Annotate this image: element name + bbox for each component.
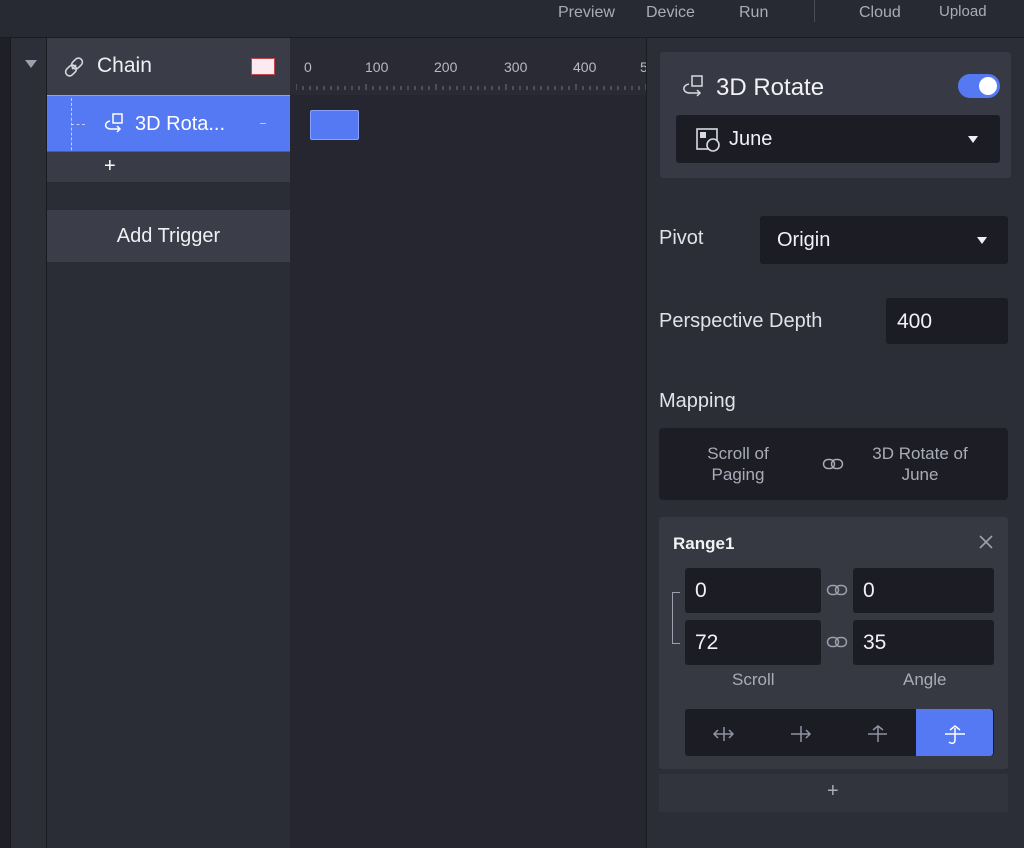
- chevron-down-icon: [968, 136, 978, 143]
- top-toolbar: Preview Device Run Cloud Upload: [0, 0, 1024, 38]
- preview-button[interactable]: Preview: [558, 4, 615, 22]
- mapping-source: Scroll of Paging: [688, 443, 788, 485]
- curve-option-4-button[interactable]: [916, 709, 993, 756]
- toolbar-divider: [814, 0, 815, 22]
- mapping-target-line1: 3D Rotate of: [872, 444, 968, 463]
- ruler-tick-label: 200: [434, 59, 458, 75]
- add-range-button[interactable]: +: [827, 780, 839, 803]
- mapping-label: Mapping: [659, 390, 736, 412]
- ruler-tick-label: 100: [365, 59, 389, 75]
- chevron-down-icon: [977, 237, 987, 244]
- angle-column-label: Angle: [903, 670, 947, 689]
- layer-gutter: [10, 38, 47, 848]
- add-animation-button[interactable]: +: [104, 155, 116, 178]
- collapse-triangle-icon[interactable]: [25, 60, 37, 68]
- run-button[interactable]: Run: [739, 4, 768, 22]
- target-layer-dropdown[interactable]: [676, 115, 1000, 163]
- pivot-label: Pivot: [659, 227, 704, 249]
- scroll-from-value: 0: [695, 579, 707, 602]
- scroll-to-value: 72: [695, 631, 719, 654]
- extrapolate-clamp-both-icon: [712, 727, 735, 741]
- link-icon: [822, 458, 844, 470]
- perspective-depth-label: Perspective Depth: [659, 310, 823, 332]
- angle-from-value: 0: [863, 579, 875, 602]
- cloud-button[interactable]: Cloud: [859, 4, 901, 22]
- animation-title: 3D Rotate: [716, 74, 825, 101]
- ruler-tick-label: 0: [304, 59, 312, 75]
- angle-to-value: 35: [863, 631, 887, 654]
- pivot-value: Origin: [777, 229, 831, 251]
- mapping-source-line1: Scroll of: [707, 444, 769, 463]
- ruler-tick-label: 400: [573, 59, 597, 75]
- curve-option-1-button[interactable]: [685, 709, 762, 756]
- left-edge-strip: [0, 38, 10, 848]
- curve-option-2-button[interactable]: [762, 709, 839, 756]
- chain-color-swatch[interactable]: [251, 58, 275, 75]
- upload-button[interactable]: Upload: [939, 3, 987, 20]
- scroll-column-label: Scroll: [732, 670, 775, 689]
- link-icon: [826, 584, 848, 596]
- range-title: Range1: [673, 534, 735, 553]
- image-layer-icon: [696, 128, 720, 152]
- toggle-knob: [979, 77, 997, 95]
- ruler-tick-label: 300: [504, 59, 528, 75]
- curve-option-3-button[interactable]: [839, 709, 916, 756]
- row-handle: [260, 123, 266, 124]
- add-trigger-button[interactable]: Add Trigger: [47, 210, 290, 262]
- extrapolate-clamp-end-icon: [868, 725, 887, 742]
- rotate-3d-icon: [683, 75, 703, 97]
- extrapolate-clamp-start-icon: [791, 726, 812, 742]
- ruler-ticks: [296, 84, 646, 90]
- rotate-3d-icon: [104, 113, 123, 133]
- chain-label: Chain: [97, 54, 152, 77]
- mapping-target-line2: June: [901, 465, 939, 484]
- device-button[interactable]: Device: [646, 4, 695, 22]
- animation-timeline-block[interactable]: [310, 110, 359, 140]
- link-icon: [64, 57, 84, 77]
- tree-connector-branch: [71, 124, 85, 125]
- close-icon[interactable]: [978, 534, 994, 550]
- add-animation-row[interactable]: [47, 152, 290, 182]
- layer-label-3d-rotate: 3D Rota...: [135, 113, 226, 135]
- range-bracket: [672, 592, 680, 644]
- perspective-depth-value: 400: [897, 310, 933, 333]
- link-icon: [826, 636, 848, 648]
- mapping-target: 3D Rotate of June: [860, 443, 980, 485]
- mapping-source-line2: Paging: [711, 465, 765, 484]
- extrapolate-none-icon: [945, 725, 965, 745]
- target-layer-value: June: [729, 128, 773, 150]
- timeline-area[interactable]: [290, 38, 646, 848]
